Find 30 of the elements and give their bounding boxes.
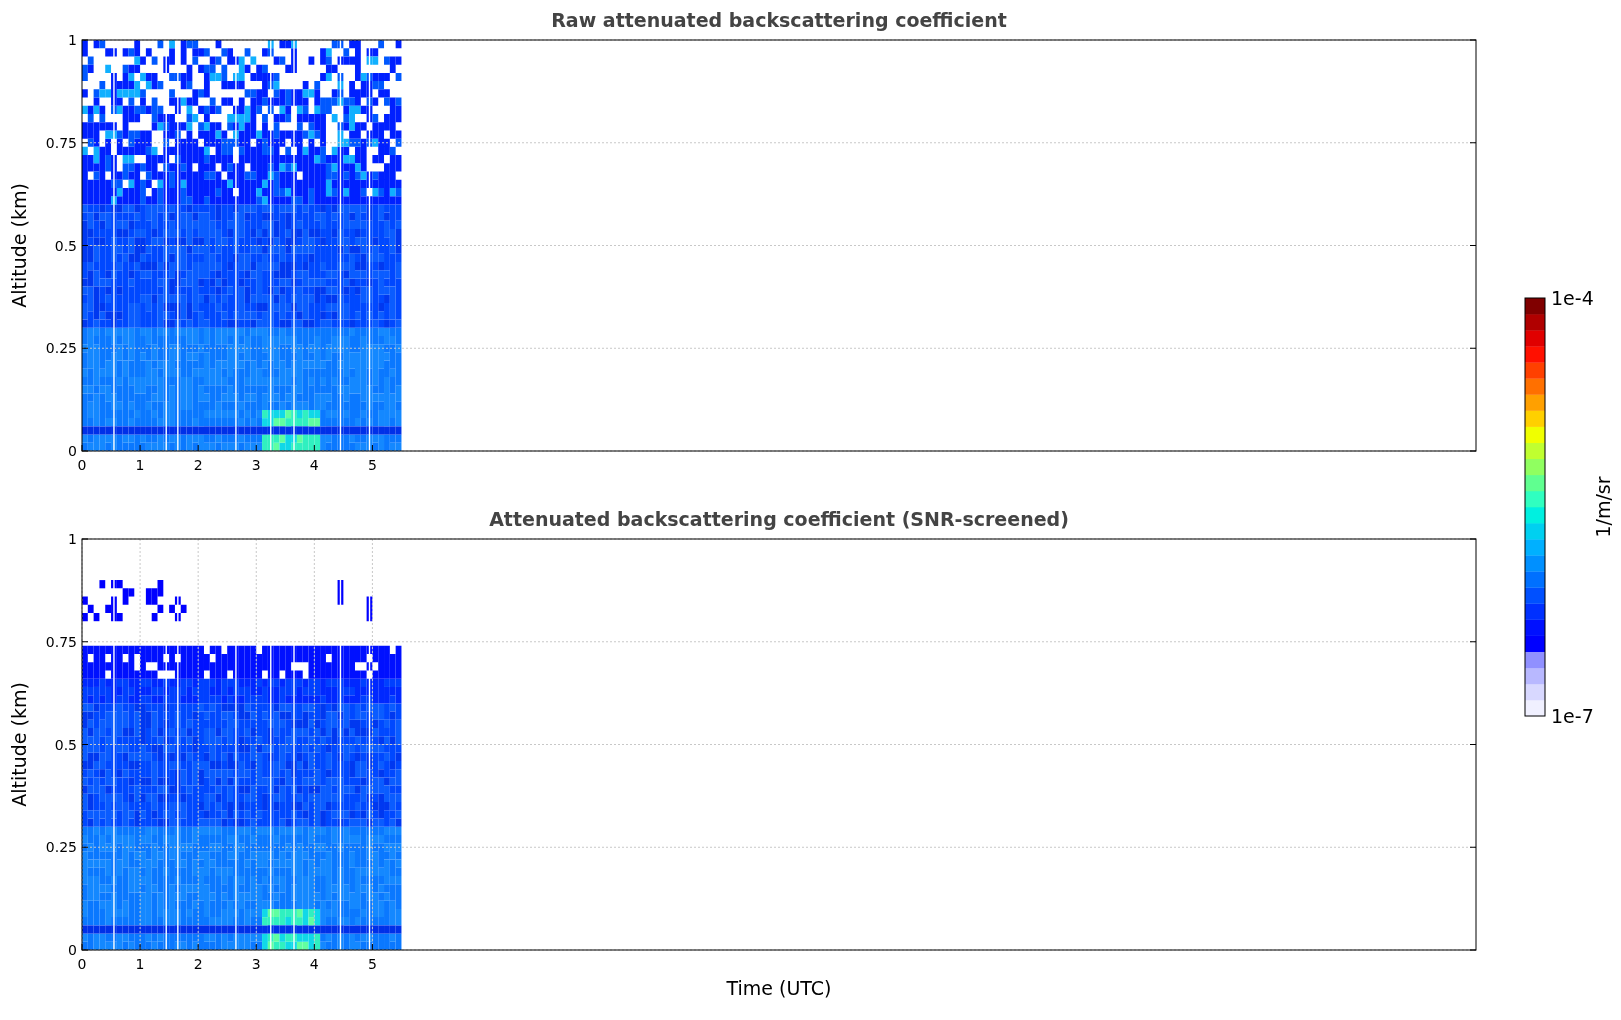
y-tick-label: 1 [68, 531, 77, 547]
y-tick-label: 0.25 [45, 839, 77, 856]
x-tick-label: 3 [251, 956, 261, 972]
x-tick-label: 5 [367, 956, 377, 972]
y-tick-label: 0.75 [45, 633, 77, 650]
x-tick-label: 1 [135, 956, 145, 972]
x-tick-label: 0 [77, 956, 87, 972]
y-tick-label: 0 [68, 942, 77, 958]
plot-title: Raw attenuated backscattering coefficient [551, 8, 1007, 32]
x-tick-label: 2 [193, 457, 203, 473]
x-tick-label: 3 [251, 457, 261, 473]
y-tick-label: 0.25 [45, 340, 77, 357]
x-tick-label: 5 [367, 457, 377, 473]
y-tick-label: 0 [68, 443, 77, 459]
colorbar-label: 1/m/sr [1592, 476, 1614, 538]
x-axis-label: Time (UTC) [726, 976, 832, 1000]
colorbar-max-label: 1e-4 [1551, 290, 1594, 309]
x-tick-label: 2 [193, 956, 203, 972]
plot-title: Attenuated backscattering coefficient (SNR-screened) [489, 507, 1069, 531]
colorbar-min-label: 1e-7 [1551, 705, 1594, 727]
y-axis-label: Altitude (km) [8, 183, 30, 308]
y-tick-label: 0.5 [54, 237, 77, 254]
y-tick-label: 1 [68, 32, 77, 48]
y-axis-label: Altitude (km) [8, 682, 30, 807]
y-tick-label: 0.5 [54, 736, 77, 753]
x-tick-label: 1 [135, 457, 145, 473]
x-tick-label: 4 [309, 956, 319, 972]
x-tick-label: 0 [77, 457, 87, 473]
y-tick-label: 0.75 [45, 134, 77, 151]
x-tick-label: 4 [309, 457, 319, 473]
